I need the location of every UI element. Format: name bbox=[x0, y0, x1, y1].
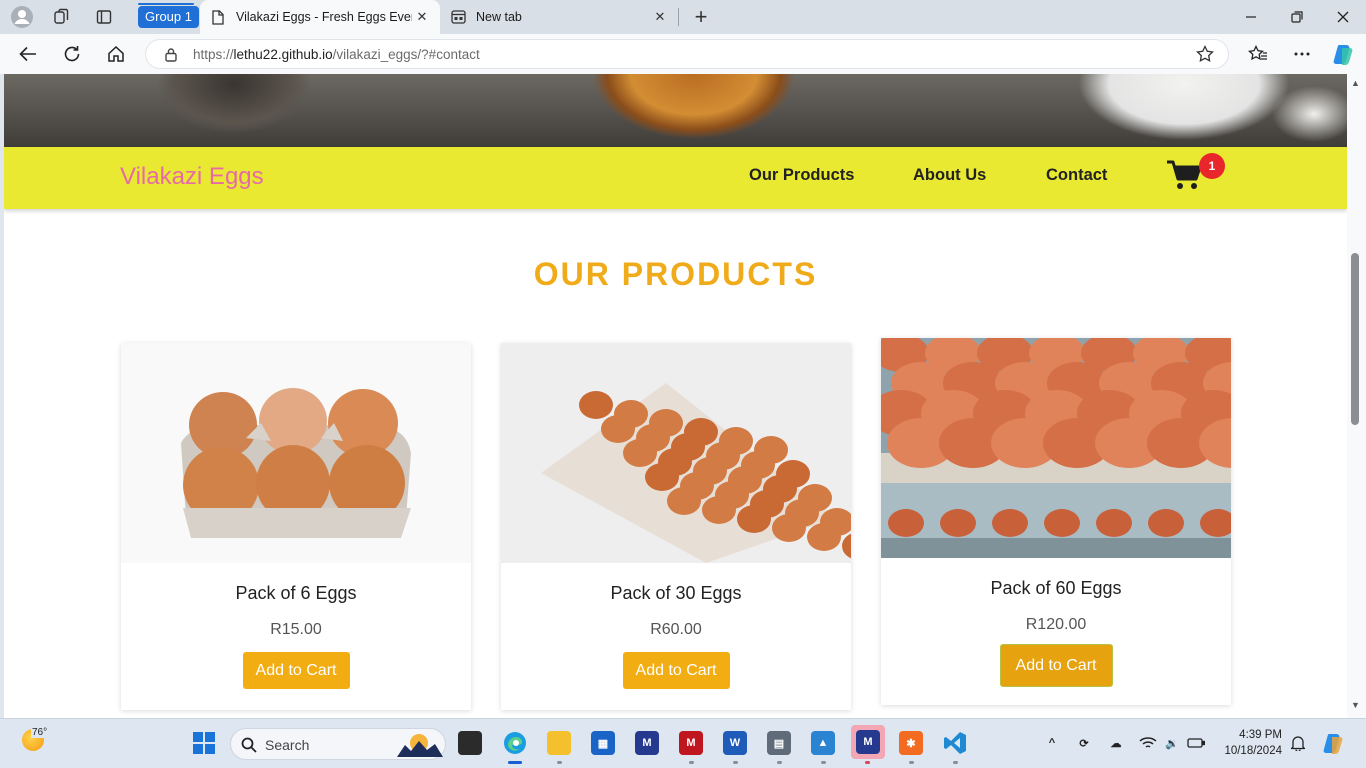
task-view-icon[interactable] bbox=[458, 731, 482, 755]
weather-temperature: 76° bbox=[31, 727, 49, 738]
close-window-icon[interactable] bbox=[1320, 2, 1366, 32]
address-bar[interactable]: https://lethu22.github.io/vilakazi_eggs/… bbox=[145, 39, 1229, 69]
xampp-running-indicator bbox=[909, 761, 914, 764]
dev-app-active-icon[interactable]: M bbox=[851, 725, 885, 759]
tab-title: Vilakazi Eggs - Fresh Eggs Every D bbox=[236, 10, 412, 24]
product-card-30: Pack of 30 Eggs R60.00 Add to Cart bbox=[501, 343, 851, 710]
scroll-down-arrow-icon[interactable]: ▼ bbox=[1351, 700, 1360, 710]
taskbar-search[interactable]: Search bbox=[230, 728, 446, 760]
close-tab-icon[interactable]: ✕ bbox=[650, 7, 670, 27]
page-icon bbox=[210, 9, 226, 25]
new-tab-plus-icon[interactable]: + bbox=[688, 4, 714, 30]
nav-our-products[interactable]: Our Products bbox=[749, 166, 854, 185]
calculator-icon[interactable]: ▤ bbox=[767, 731, 791, 755]
nav-about-us[interactable]: About Us bbox=[913, 166, 986, 185]
dev-app-running-indicator bbox=[865, 761, 870, 764]
new-tab-page-icon bbox=[450, 9, 466, 25]
search-highlight-icon bbox=[397, 734, 443, 757]
add-to-cart-button[interactable]: Add to Cart bbox=[242, 652, 350, 689]
photos-icon[interactable]: ▲ bbox=[811, 731, 835, 755]
edge-active-indicator bbox=[508, 761, 522, 764]
tab-new-tab[interactable]: New tab ✕ bbox=[440, 0, 678, 34]
clock-date[interactable]: 10/18/2024 bbox=[1214, 745, 1282, 757]
profile-icon[interactable] bbox=[8, 4, 36, 30]
tab-separator bbox=[678, 8, 679, 26]
mcafee-icon[interactable]: M bbox=[679, 731, 703, 755]
site-info-icon[interactable] bbox=[164, 47, 178, 67]
browser-toolbar: https://lethu22.github.io/vilakazi_eggs/… bbox=[0, 34, 1366, 74]
restore-icon[interactable] bbox=[1274, 2, 1320, 32]
calculator-running-indicator bbox=[777, 761, 782, 764]
sync-icon[interactable]: ⟳ bbox=[1072, 731, 1096, 755]
volume-icon[interactable]: 🔉 bbox=[1160, 731, 1184, 755]
browser-tabstrip: Group 1 Vilakazi Eggs - Fresh Eggs Every… bbox=[0, 0, 1366, 34]
add-to-cart-button[interactable]: Add to Cart bbox=[999, 644, 1113, 687]
add-to-cart-button[interactable]: Add to Cart bbox=[622, 652, 730, 689]
url-text: https://lethu22.github.io/vilakazi_eggs/… bbox=[193, 47, 480, 62]
edge-browser-icon[interactable] bbox=[503, 731, 527, 755]
onedrive-off-icon[interactable]: ☁ bbox=[1104, 731, 1128, 755]
home-icon[interactable] bbox=[101, 40, 131, 68]
refresh-icon[interactable] bbox=[57, 40, 87, 68]
product-name: Pack of 60 Eggs bbox=[990, 578, 1122, 598]
minimize-icon[interactable] bbox=[1228, 2, 1274, 32]
search-icon bbox=[241, 737, 257, 753]
vscode-icon[interactable] bbox=[943, 731, 967, 755]
workspaces-icon[interactable] bbox=[48, 4, 76, 30]
explorer-running-indicator bbox=[557, 761, 562, 764]
product-name: Pack of 30 Eggs bbox=[610, 583, 742, 603]
site-navbar: Vilakazi Eggs Our Products About Us Cont… bbox=[4, 147, 1347, 209]
dev-app-icon[interactable]: M bbox=[635, 731, 659, 755]
egg-tray-30-image bbox=[501, 343, 851, 563]
group-indicator-line bbox=[138, 3, 194, 5]
notification-bell-icon[interactable] bbox=[1286, 731, 1310, 755]
copilot-icon[interactable] bbox=[1329, 40, 1359, 68]
tab-vilakazi-eggs[interactable]: Vilakazi Eggs - Fresh Eggs Every D ✕ bbox=[200, 0, 440, 34]
egg-trays-60-image bbox=[881, 338, 1231, 558]
favorites-icon[interactable] bbox=[1243, 40, 1273, 68]
product-price: R60.00 bbox=[650, 621, 702, 638]
nav-contact[interactable]: Contact bbox=[1046, 166, 1107, 185]
product-card-60: Pack of 60 Eggs R120.00 Add to Cart bbox=[881, 338, 1231, 705]
hero-chickens-image bbox=[4, 74, 1347, 147]
section-title: OUR PRODUCTS bbox=[533, 256, 818, 292]
tab-actions-icon[interactable] bbox=[90, 4, 118, 30]
scroll-up-arrow-icon[interactable]: ▲ bbox=[1351, 78, 1360, 88]
scrollbar-thumb[interactable] bbox=[1351, 253, 1359, 425]
search-placeholder: Search bbox=[265, 737, 310, 753]
product-name: Pack of 6 Eggs bbox=[235, 583, 357, 603]
word-running-indicator bbox=[733, 761, 738, 764]
xampp-icon[interactable]: ✱ bbox=[899, 731, 923, 755]
product-card-6: Pack of 6 Eggs R15.00 Add to Cart bbox=[121, 343, 471, 710]
tab-group-chip[interactable]: Group 1 bbox=[138, 6, 199, 28]
windows-taskbar: 76° Search ▦ M M W ▤ ▲ M ✱ ^ ⟳ ☁ 🔉 4:39 … bbox=[0, 718, 1366, 768]
show-hidden-icons-icon[interactable]: ^ bbox=[1040, 731, 1064, 755]
mcafee-running-indicator bbox=[689, 761, 694, 764]
more-options-icon[interactable] bbox=[1287, 40, 1317, 68]
start-windows-icon[interactable] bbox=[192, 731, 216, 755]
clock-time[interactable]: 4:39 PM bbox=[1214, 729, 1282, 741]
close-tab-icon[interactable]: ✕ bbox=[412, 7, 432, 27]
back-arrow-icon[interactable] bbox=[13, 40, 43, 68]
microsoft-store-icon[interactable]: ▦ bbox=[591, 731, 615, 755]
vscode-running-indicator bbox=[953, 761, 958, 764]
tab-title: New tab bbox=[476, 10, 522, 24]
cart-count-badge: 1 bbox=[1199, 153, 1225, 179]
photos-running-indicator bbox=[821, 761, 826, 764]
word-icon[interactable]: W bbox=[723, 731, 747, 755]
copilot-taskbar-icon[interactable] bbox=[1322, 731, 1346, 755]
file-explorer-icon[interactable] bbox=[547, 731, 571, 755]
page-viewport: Vilakazi Eggs Our Products About Us Cont… bbox=[4, 74, 1347, 718]
egg-carton-6-image bbox=[121, 343, 471, 563]
favorite-star-icon[interactable] bbox=[1196, 44, 1214, 68]
product-price: R15.00 bbox=[270, 621, 322, 638]
site-brand[interactable]: Vilakazi Eggs bbox=[120, 163, 264, 191]
cart-icon[interactable] bbox=[1166, 159, 1202, 195]
product-price: R120.00 bbox=[1025, 616, 1087, 633]
battery-icon[interactable] bbox=[1184, 731, 1208, 755]
wifi-icon[interactable] bbox=[1136, 731, 1160, 755]
